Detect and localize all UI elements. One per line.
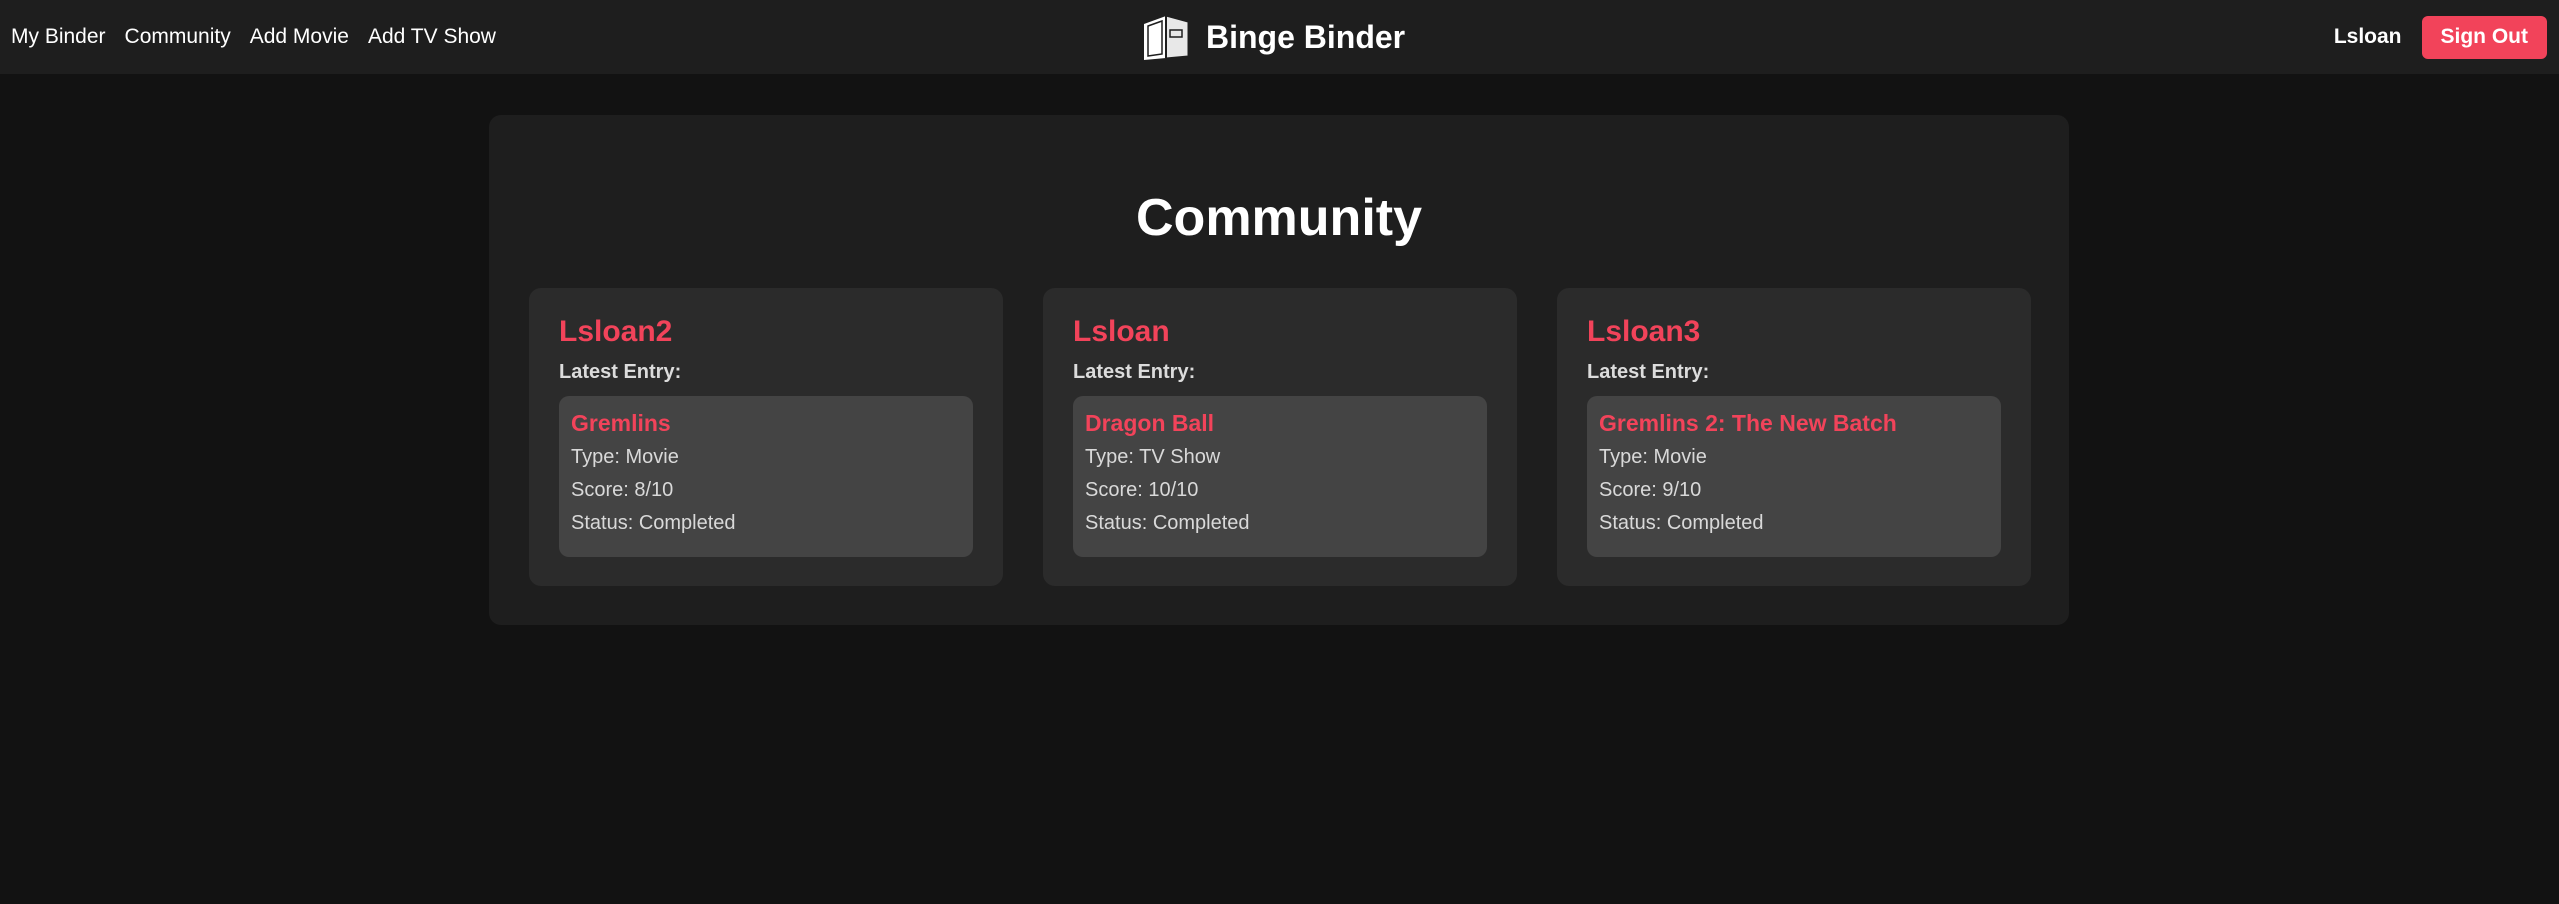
- nav-link-my-binder[interactable]: My Binder: [11, 25, 106, 49]
- entry-score: Score: 9/10: [1599, 479, 1702, 501]
- community-panel: Community Lsloan2 Latest Entry: Gremlins…: [489, 115, 2069, 625]
- current-username: Lsloan: [2333, 25, 2402, 48]
- user-card: Lsloan Latest Entry: Dragon Ball Type: T…: [1043, 288, 1517, 586]
- entry-type: Type: Movie: [1599, 446, 1707, 468]
- entry-title[interactable]: Gremlins: [571, 408, 961, 438]
- sign-out-button[interactable]: Sign Out: [2421, 15, 2547, 59]
- entry-title[interactable]: Dragon Ball: [1085, 408, 1475, 438]
- nav-link-community[interactable]: Community: [125, 25, 231, 49]
- page-title: Community: [1136, 189, 1422, 247]
- binder-icon: [1144, 15, 1189, 60]
- brand-name: Binge Binder: [1206, 18, 1406, 55]
- latest-entry: Gremlins Type: Movie Score: 8/10 Status:…: [559, 396, 973, 557]
- entry-score: Score: 8/10: [571, 479, 674, 501]
- user-area: Lsloan Sign Out: [2334, 0, 2547, 74]
- card-username[interactable]: Lsloan3: [1587, 315, 1700, 349]
- entry-type: Type: Movie: [571, 446, 679, 468]
- card-username[interactable]: Lsloan2: [559, 315, 672, 349]
- card-username[interactable]: Lsloan: [1073, 315, 1170, 349]
- latest-entry-label: Latest Entry:: [559, 361, 682, 383]
- latest-entry: Dragon Ball Type: TV Show Score: 10/10 S…: [1073, 396, 1487, 557]
- entry-status: Status: Completed: [1085, 512, 1250, 534]
- entry-score: Score: 10/10: [1085, 479, 1199, 501]
- latest-entry: Gremlins 2: The New Batch Type: Movie Sc…: [1587, 396, 2001, 557]
- latest-entry-label: Latest Entry:: [1587, 361, 1710, 383]
- latest-entry-label: Latest Entry:: [1073, 361, 1196, 383]
- entry-type: Type: TV Show: [1085, 446, 1221, 468]
- entry-title[interactable]: Gremlins 2: The New Batch: [1599, 408, 1989, 438]
- entry-status: Status: Completed: [1599, 512, 1764, 534]
- nav-link-add-tv-show[interactable]: Add TV Show: [368, 25, 496, 49]
- entry-status: Status: Completed: [571, 512, 736, 534]
- community-cards: Lsloan2 Latest Entry: Gremlins Type: Mov…: [529, 288, 2031, 586]
- brand-logo[interactable]: Binge Binder: [1140, 0, 1405, 74]
- user-card: Lsloan3 Latest Entry: Gremlins 2: The Ne…: [1557, 288, 2031, 586]
- top-navbar: My Binder Community Add Movie Add TV Sho…: [0, 0, 2559, 74]
- main-nav: My Binder Community Add Movie Add TV Sho…: [11, 0, 496, 74]
- user-card: Lsloan2 Latest Entry: Gremlins Type: Mov…: [529, 288, 1003, 586]
- nav-link-add-movie[interactable]: Add Movie: [250, 25, 349, 49]
